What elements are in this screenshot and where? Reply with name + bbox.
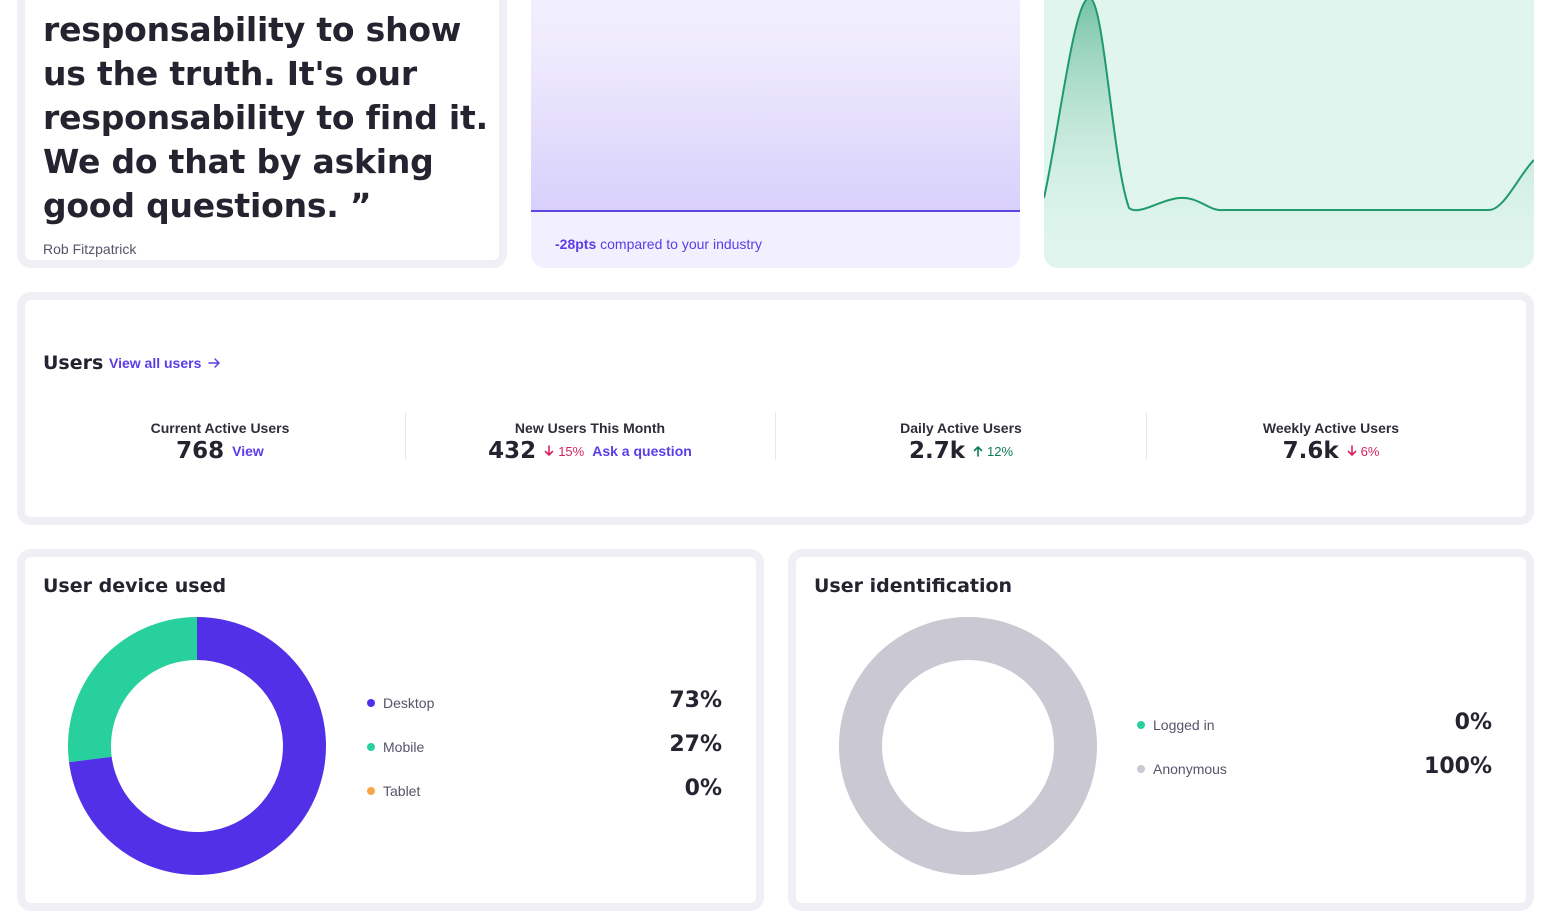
legend-item-anonymous: Anonymous bbox=[1137, 757, 1227, 781]
legend-label: Anonymous bbox=[1153, 761, 1227, 777]
industry-benchmark-card: -28pts compared to your industry bbox=[531, 0, 1020, 268]
stat-weekly-active-users: Weekly Active Users 7.6k 6% bbox=[1146, 412, 1516, 464]
stat-label: Weekly Active Users bbox=[1262, 420, 1400, 436]
device-card-title: User device used bbox=[43, 575, 227, 597]
user-identification-card: User identification Logged in 0% Anonymo… bbox=[788, 549, 1534, 911]
stat-daily-active-users: Daily Active Users 2.7k 12% bbox=[776, 412, 1146, 464]
trend-badge: 12% bbox=[973, 444, 1013, 459]
trend-badge: 15% bbox=[544, 444, 584, 459]
stat-value: 2.7k bbox=[908, 438, 965, 464]
legend-dot bbox=[367, 787, 375, 795]
arrow-down-icon bbox=[544, 445, 554, 456]
legend-dot bbox=[1137, 765, 1145, 773]
industry-comparison: -28pts compared to your industry bbox=[555, 236, 762, 252]
quote-card: responsability to show us the truth. It'… bbox=[17, 0, 507, 268]
industry-delta: -28pts bbox=[555, 236, 597, 252]
legend-value: 27% bbox=[669, 732, 722, 757]
users-title: Users bbox=[43, 352, 104, 374]
legend-item-mobile: Mobile bbox=[367, 735, 424, 759]
trend-value: 6% bbox=[1360, 443, 1380, 459]
benchmark-area bbox=[531, 0, 1020, 211]
quote-author: Rob Fitzpatrick bbox=[43, 241, 137, 257]
identification-slice-anonymous bbox=[838, 617, 1097, 875]
users-card: Users View all users Current Active User… bbox=[17, 292, 1534, 525]
quote-text: responsability to show us the truth. It'… bbox=[43, 10, 488, 225]
stat-label: Current Active Users bbox=[150, 420, 290, 436]
view-all-users-link[interactable]: View all users bbox=[109, 355, 221, 371]
trend-badge: 6% bbox=[1347, 443, 1380, 459]
legend-value: 0% bbox=[1454, 710, 1492, 735]
legend-item-desktop: Desktop bbox=[367, 691, 434, 715]
activity-sparkline-card bbox=[1044, 0, 1534, 268]
activity-sparkline bbox=[1044, 0, 1534, 268]
legend-label: Desktop bbox=[383, 695, 435, 711]
benchmark-line bbox=[531, 210, 1020, 212]
arrow-up-icon bbox=[973, 446, 983, 457]
stat-new-users-month: New Users This Month 432 15% Ask a quest… bbox=[405, 412, 775, 464]
legend-dot bbox=[1137, 721, 1145, 729]
legend-value: 100% bbox=[1424, 754, 1492, 779]
arrow-right-icon bbox=[208, 358, 221, 368]
legend-dot bbox=[367, 699, 375, 707]
view-active-users-link[interactable]: View bbox=[232, 443, 264, 459]
sparkline-area bbox=[1044, 0, 1534, 268]
stat-label: New Users This Month bbox=[514, 420, 666, 436]
legend-item-tablet: Tablet bbox=[367, 779, 420, 803]
legend-label: Logged in bbox=[1153, 717, 1215, 733]
legend-item-logged-in: Logged in bbox=[1137, 713, 1215, 737]
user-device-card: User device used Desktop 73% Mobile 27% … bbox=[17, 549, 764, 911]
identification-donut-chart bbox=[838, 617, 1097, 875]
trend-value: 15% bbox=[558, 443, 585, 459]
industry-note-text: compared to your industry bbox=[600, 236, 762, 252]
identification-card-title: User identification bbox=[814, 575, 1013, 597]
stat-current-active-users: Current Active Users 768 View bbox=[35, 412, 405, 464]
stat-label: Daily Active Users bbox=[900, 420, 1022, 436]
stat-value: 7.6k bbox=[1282, 438, 1339, 464]
legend-label: Mobile bbox=[383, 739, 425, 755]
legend-dot bbox=[367, 743, 375, 751]
legend-label: Tablet bbox=[383, 783, 421, 799]
legend-value: 0% bbox=[684, 776, 722, 801]
stat-value: 432 bbox=[488, 438, 537, 464]
trend-value: 12% bbox=[987, 443, 1014, 459]
view-all-users-label: View all users bbox=[109, 355, 202, 371]
ask-question-link[interactable]: Ask a question bbox=[592, 443, 692, 459]
device-donut-chart bbox=[68, 617, 326, 875]
legend-value: 73% bbox=[669, 688, 722, 713]
arrow-down-icon bbox=[1347, 445, 1356, 456]
stat-value: 768 bbox=[176, 438, 225, 464]
device-slice-mobile bbox=[68, 617, 197, 763]
